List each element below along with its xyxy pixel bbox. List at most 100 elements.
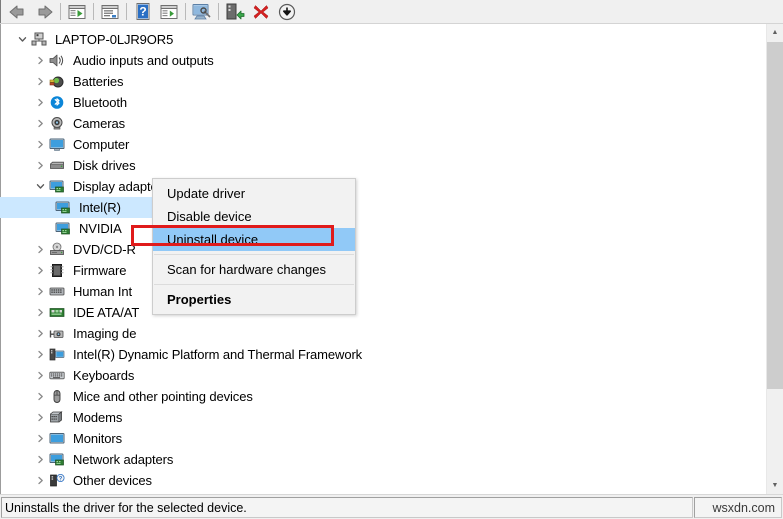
- tree-row-network-adapters[interactable]: Network adapters: [0, 449, 757, 470]
- ide-controller-icon: [48, 304, 66, 321]
- monitor-icon: [48, 430, 66, 447]
- context-menu-item-label: Update driver: [167, 186, 246, 201]
- tree-row-root[interactable]: LAPTOP-0LJR9OR5: [0, 29, 757, 50]
- tree-item-label: Monitors: [73, 430, 123, 446]
- chevron-right-icon[interactable]: [32, 242, 48, 258]
- device-tree-pane[interactable]: LAPTOP-0LJR9OR5 Audio inputs and outputs: [0, 24, 783, 494]
- chevron-down-icon[interactable]: [32, 179, 48, 195]
- toolbar-separator-2: [93, 3, 94, 20]
- context-menu-separator-1: [154, 254, 354, 255]
- chevron-right-icon[interactable]: [32, 263, 48, 279]
- tree-item-label: Batteries: [73, 73, 124, 89]
- chevron-right-icon[interactable]: [32, 473, 48, 489]
- context-menu-item-update-driver[interactable]: Update driver: [153, 182, 355, 205]
- tree-item-label: DVD/CD-R: [73, 241, 136, 257]
- context-menu-item-disable-device[interactable]: Disable device: [153, 205, 355, 228]
- vertical-scrollbar[interactable]: ▲ ▼: [766, 24, 783, 494]
- tree-item-label: Imaging de: [73, 325, 137, 341]
- tree-row-bluetooth[interactable]: Bluetooth: [0, 92, 757, 113]
- chevron-right-icon[interactable]: [32, 305, 48, 321]
- disk-drive-icon: [48, 157, 66, 174]
- mouse-icon: [48, 388, 66, 405]
- tree-item-label: Cameras: [73, 115, 126, 131]
- tree-row-computer[interactable]: Computer: [0, 134, 757, 155]
- tree-item-label: IDE ATA/AT: [73, 304, 140, 320]
- chevron-right-icon[interactable]: [32, 158, 48, 174]
- chevron-right-icon[interactable]: [32, 53, 48, 69]
- toolbar-separator-5: [218, 3, 219, 20]
- chevron-right-icon[interactable]: [32, 347, 48, 363]
- context-menu-item-scan-for-hardware-changes[interactable]: Scan for hardware changes: [153, 258, 355, 281]
- disable-device-icon[interactable]: [274, 1, 300, 23]
- tree-row-nvidia-display-adapter[interactable]: NVIDIA: [0, 218, 757, 239]
- status-message: Uninstalls the driver for the selected d…: [1, 497, 693, 518]
- tree-row-ide-ata-atapi-controllers[interactable]: IDE ATA/AT: [0, 302, 757, 323]
- tree-item-label: Disk drives: [73, 157, 136, 173]
- update-driver-icon[interactable]: [222, 1, 248, 23]
- display-adapter-icon: [48, 178, 66, 195]
- toolbar-separator-1: [60, 3, 61, 20]
- scrollbar-thumb[interactable]: [767, 42, 783, 389]
- chevron-right-icon[interactable]: [32, 326, 48, 342]
- chevron-right-icon[interactable]: [32, 116, 48, 132]
- scroll-up-arrow-icon[interactable]: ▲: [767, 24, 783, 41]
- tree-row-audio-inputs-and-outputs[interactable]: Audio inputs and outputs: [0, 50, 757, 71]
- tree-row-disk-drives[interactable]: Disk drives: [0, 155, 757, 176]
- tree-item-label: Intel(R) Dynamic Platform and Thermal Fr…: [73, 346, 363, 362]
- toolbar: ?: [0, 0, 783, 24]
- device-context-menu[interactable]: Update driver Disable device Uninstall d…: [152, 178, 356, 315]
- system-device-icon: [48, 346, 66, 363]
- scroll-down-arrow-icon[interactable]: ▼: [767, 477, 783, 494]
- tree-row-human-interface-devices[interactable]: Human Int: [0, 281, 757, 302]
- back-arrow-icon[interactable]: [5, 1, 31, 23]
- tree-row-other-devices[interactable]: ? Other devices: [0, 470, 757, 491]
- chevron-down-icon[interactable]: [14, 32, 30, 48]
- context-menu-separator-2: [154, 284, 354, 285]
- chevron-right-icon[interactable]: [32, 95, 48, 111]
- tree-row-modems[interactable]: Modems: [0, 407, 757, 428]
- properties-icon[interactable]: [97, 1, 123, 23]
- display-adapter-icon: [54, 220, 72, 237]
- speaker-icon: [48, 52, 66, 69]
- chevron-right-icon[interactable]: [32, 410, 48, 426]
- scan-for-hardware-changes-icon[interactable]: [189, 1, 215, 23]
- camera-icon: [48, 115, 66, 132]
- tree-item-label: Audio inputs and outputs: [73, 52, 214, 68]
- firmware-chip-icon: [48, 262, 66, 279]
- tree-row-cameras[interactable]: Cameras: [0, 113, 757, 134]
- tree-row-mice-and-other-pointing-devices[interactable]: Mice and other pointing devices: [0, 386, 757, 407]
- tree-root-label: LAPTOP-0LJR9OR5: [55, 31, 174, 47]
- tree-item-label: NVIDIA: [79, 220, 122, 236]
- context-menu-item-uninstall-device[interactable]: Uninstall device: [153, 228, 355, 251]
- tree-item-label: Firmware: [73, 262, 127, 278]
- help-icon[interactable]: ?: [130, 1, 156, 23]
- view-icon[interactable]: [156, 1, 182, 23]
- chevron-right-icon[interactable]: [32, 452, 48, 468]
- tree-row-dvd-cd-rom-drives[interactable]: DVD/CD-R: [0, 239, 757, 260]
- show-hide-console-tree-icon[interactable]: [64, 1, 90, 23]
- tree-item-label: Human Int: [73, 283, 133, 299]
- battery-icon: [48, 73, 66, 90]
- chevron-right-icon[interactable]: [32, 368, 48, 384]
- chevron-right-icon[interactable]: [32, 74, 48, 90]
- chevron-right-icon[interactable]: [32, 389, 48, 405]
- toolbar-separator-3: [126, 3, 127, 20]
- tree-row-keyboards[interactable]: Keyboards: [0, 365, 757, 386]
- context-menu-item-properties[interactable]: Properties: [153, 288, 355, 311]
- tree-item-label: Bluetooth: [73, 94, 128, 110]
- forward-arrow-icon[interactable]: [31, 1, 57, 23]
- tree-item-label: Computer: [73, 136, 130, 152]
- tree-row-firmware[interactable]: Firmware: [0, 260, 757, 281]
- tree-item-label: Modems: [73, 409, 123, 425]
- tree-row-display-adapters[interactable]: Display adapters: [0, 176, 757, 197]
- tree-row-monitors[interactable]: Monitors: [0, 428, 757, 449]
- context-menu-item-label: Properties: [167, 292, 232, 307]
- tree-row-batteries[interactable]: Batteries: [0, 71, 757, 92]
- context-menu-item-label: Scan for hardware changes: [167, 262, 326, 277]
- chevron-right-icon[interactable]: [32, 431, 48, 447]
- chevron-right-icon[interactable]: [32, 137, 48, 153]
- tree-row-imaging-devices[interactable]: Imaging de: [0, 323, 757, 344]
- uninstall-device-icon[interactable]: [248, 1, 274, 23]
- chevron-right-icon[interactable]: [32, 284, 48, 300]
- tree-row-intel-dynamic-platform-and-thermal-framework[interactable]: Intel(R) Dynamic Platform and Thermal Fr…: [0, 344, 757, 365]
